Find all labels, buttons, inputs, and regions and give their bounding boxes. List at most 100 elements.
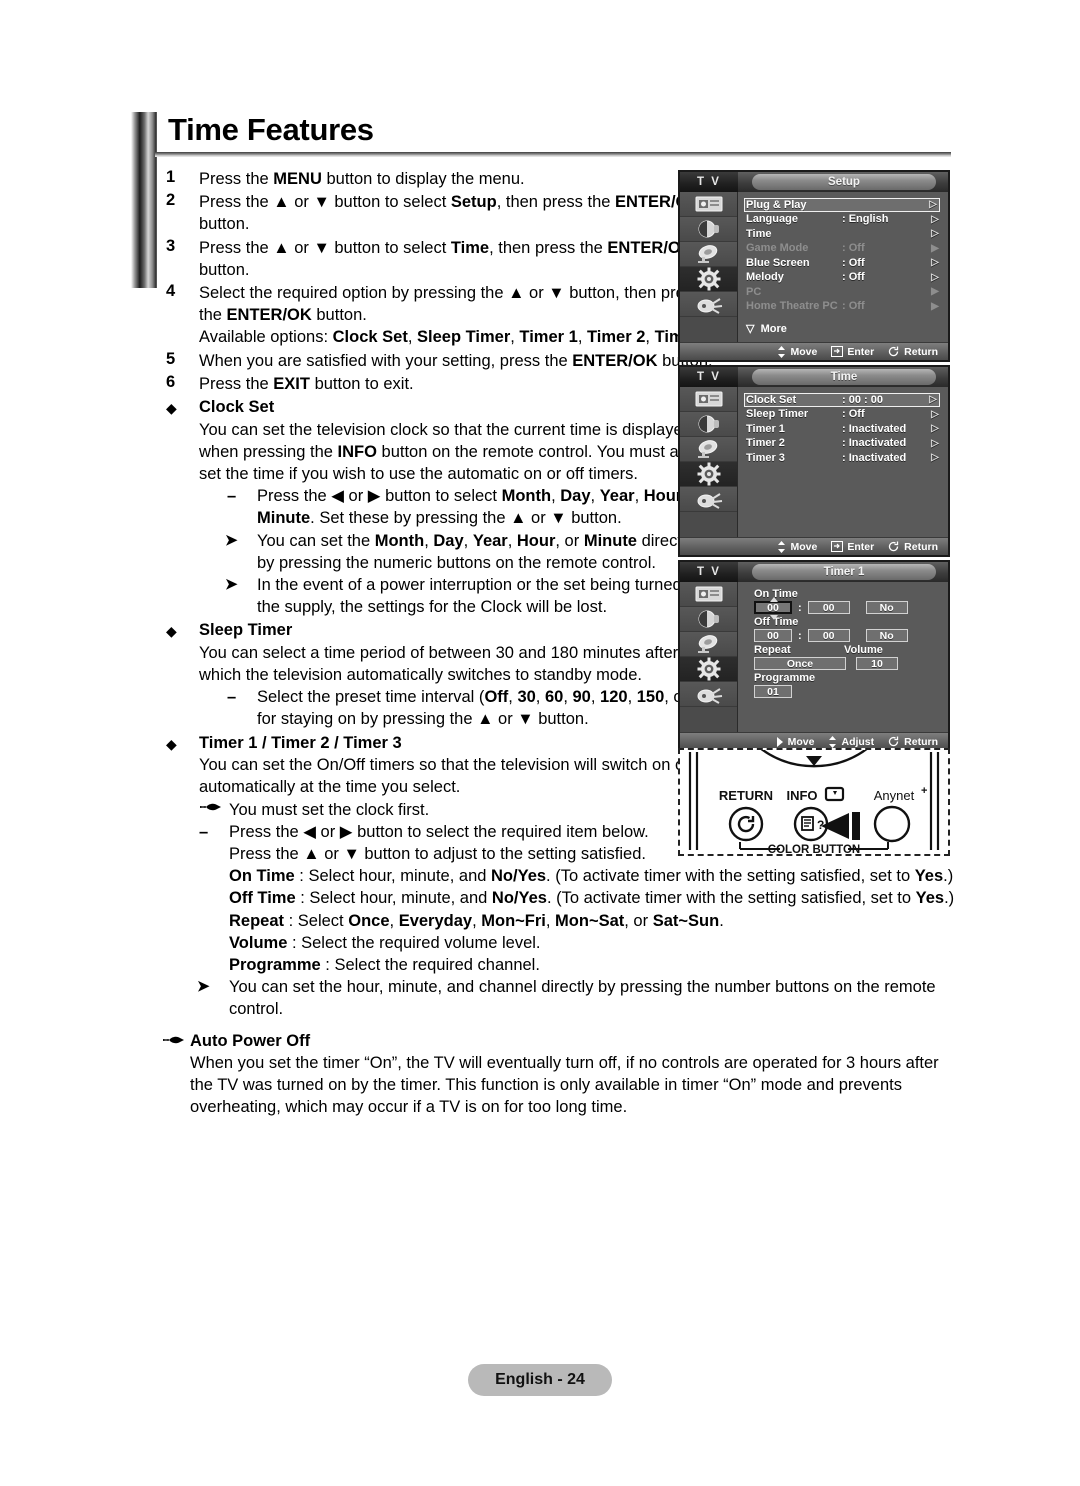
dash-marker-icon: –	[227, 487, 237, 506]
dash-marker-icon: –	[227, 688, 237, 707]
osd-row-language[interactable]: Language : English ▷	[746, 213, 942, 227]
arrow-note-text: You can set the Month, Day, Year, Hour, …	[257, 531, 694, 572]
osd-row-home-theatre-pc[interactable]: Home Theatre PC : Off ▶	[746, 300, 942, 314]
programme-row: 01	[754, 685, 942, 698]
hint-enter: Enter	[831, 541, 874, 553]
hint-move: Move	[777, 540, 818, 553]
on-time-enable-field[interactable]: No	[865, 601, 908, 614]
osd-row-timer-3[interactable]: Timer 3 : Inactivated ▷	[746, 451, 942, 465]
rail-item-channel[interactable]	[680, 437, 737, 462]
rail-item-input[interactable]	[680, 292, 737, 317]
hint-move: Move	[777, 345, 817, 358]
volume-field[interactable]: 10	[856, 657, 898, 670]
rail-item-setup[interactable]	[680, 267, 737, 292]
osd-row-plug-and-play[interactable]: Plug & Play ▷	[744, 198, 940, 212]
off-time-minute-field[interactable]: 00	[807, 629, 850, 642]
rail-item-picture[interactable]	[680, 582, 737, 607]
volume-desc: Volume : Select the required volume leve…	[229, 933, 541, 952]
remote-info-label: INFO	[786, 788, 817, 803]
chevron-right-icon: ▶	[931, 242, 939, 254]
step-number: 1	[166, 168, 176, 186]
on-time-hour-field[interactable]: 00	[754, 601, 792, 614]
cursor-up-icon	[770, 597, 778, 602]
osd-row-sleep-timer[interactable]: Sleep Timer : Off ▷	[746, 408, 942, 422]
off-time-row: 00 : 00 No	[754, 629, 942, 642]
on-time-minute-field[interactable]: 00	[807, 601, 850, 614]
remote-colour-button-label: COLOR BUTTON	[768, 844, 860, 854]
hint-move-label: Move	[790, 540, 818, 553]
osd-titlebar: T V Time	[680, 367, 948, 387]
chevron-right-icon: ▷	[931, 257, 939, 269]
osd-setup-items: Plug & Play ▷ Language : English ▷ Time …	[738, 192, 948, 342]
hint-move-label: Move	[787, 735, 815, 748]
repeat-label: Repeat	[754, 644, 791, 656]
osd-row-value: : Off	[842, 408, 865, 421]
chevron-right-icon: ▷	[931, 423, 939, 435]
off-time-label: Off Time	[754, 616, 799, 628]
arrow-note-icon: ➤	[225, 575, 238, 593]
off-time-hour-field[interactable]: 00	[754, 629, 792, 642]
hint-adjust: Adjust	[828, 735, 874, 748]
hint-return: Return	[888, 736, 938, 748]
time-colon: :	[798, 601, 802, 614]
osd-row-game-mode[interactable]: Game Mode : Off ▶	[746, 242, 942, 256]
osd-more-indicator[interactable]: ▽ More	[746, 322, 942, 335]
osd-titlebar: T V Timer 1	[680, 562, 948, 582]
diamond-bullet-icon: ◆	[166, 735, 177, 752]
pointing-hand-icon	[199, 800, 221, 814]
pointing-hand-icon	[162, 1033, 184, 1047]
step-text: Select the required option by pressing t…	[199, 284, 702, 325]
osd-row-label: Plug & Play	[746, 198, 807, 211]
osd-row-label: Language	[746, 213, 798, 226]
osd-category-rail	[680, 387, 738, 537]
programme-field[interactable]: 01	[754, 685, 792, 698]
chevron-right-icon: ▷	[931, 437, 939, 449]
step-text: When you are satisfied with your setting…	[199, 351, 713, 370]
chevron-right-icon: ▷	[931, 452, 939, 464]
remote-control-artwork: RETURN INFO ? Anynet + COLOR BUTTON	[688, 715, 940, 856]
step-number: 3	[166, 236, 176, 255]
osd-row-timer-2[interactable]: Timer 2 : Inactivated ▷	[746, 437, 942, 451]
arrow-note-text: In the event of a power interruption or …	[257, 575, 723, 617]
rail-item-sound[interactable]	[680, 412, 737, 437]
rail-item-setup[interactable]	[680, 462, 737, 487]
rail-item-channel[interactable]	[680, 632, 737, 657]
step-text: Press the ▲ or ▼ button to select Setup,…	[199, 193, 701, 234]
hint-enter-label: Enter	[847, 345, 875, 358]
chevron-right-icon: ▷	[931, 408, 939, 420]
osd-row-time[interactable]: Time ▷	[746, 227, 942, 241]
chevron-right-icon: ▷	[931, 213, 939, 225]
svg-text:+: +	[921, 785, 927, 797]
rail-item-setup[interactable]	[680, 657, 737, 682]
off-time-desc: Off Time : Select hour, minute, and No/Y…	[229, 889, 955, 908]
osd-row-label: Timer 2	[746, 437, 785, 450]
rail-item-input[interactable]	[680, 487, 737, 512]
repeat-field[interactable]: Once	[754, 657, 846, 670]
off-time-enable-field[interactable]: No	[865, 629, 908, 642]
osd-title: Setup	[752, 174, 936, 190]
hint-return: Return	[888, 346, 938, 358]
step-number: 4	[166, 282, 176, 301]
hint-move: Move	[776, 735, 815, 748]
rail-item-sound[interactable]	[680, 217, 737, 242]
on-time-row: 00 : 00 No	[754, 597, 942, 620]
dash-marker-icon: –	[199, 822, 209, 841]
osd-row-melody[interactable]: Melody : Off ▷	[746, 271, 942, 285]
osd-row-label: Timer 3	[746, 451, 785, 464]
osd-row-value: : English	[842, 213, 889, 226]
arrow-note-icon: ➤	[225, 531, 238, 549]
diamond-bullet-icon: ◆	[166, 400, 177, 417]
rail-item-input[interactable]	[680, 682, 737, 707]
rail-item-picture[interactable]	[680, 192, 737, 217]
osd-row-clock-set[interactable]: Clock Set : 00 : 00 ▷	[744, 393, 940, 407]
osd-row-blue-screen[interactable]: Blue Screen : Off ▷	[746, 256, 942, 270]
rail-item-picture[interactable]	[680, 387, 737, 412]
section-body: You can set the television clock so that…	[199, 420, 700, 483]
osd-category-rail	[680, 582, 738, 732]
osd-title: Timer 1	[752, 564, 936, 580]
osd-row-timer-1[interactable]: Timer 1 : Inactivated ▷	[746, 422, 942, 436]
step-number: 5	[166, 349, 176, 368]
rail-item-sound[interactable]	[680, 607, 737, 632]
rail-item-channel[interactable]	[680, 242, 737, 267]
osd-row-pc[interactable]: PC ▶	[746, 285, 942, 299]
